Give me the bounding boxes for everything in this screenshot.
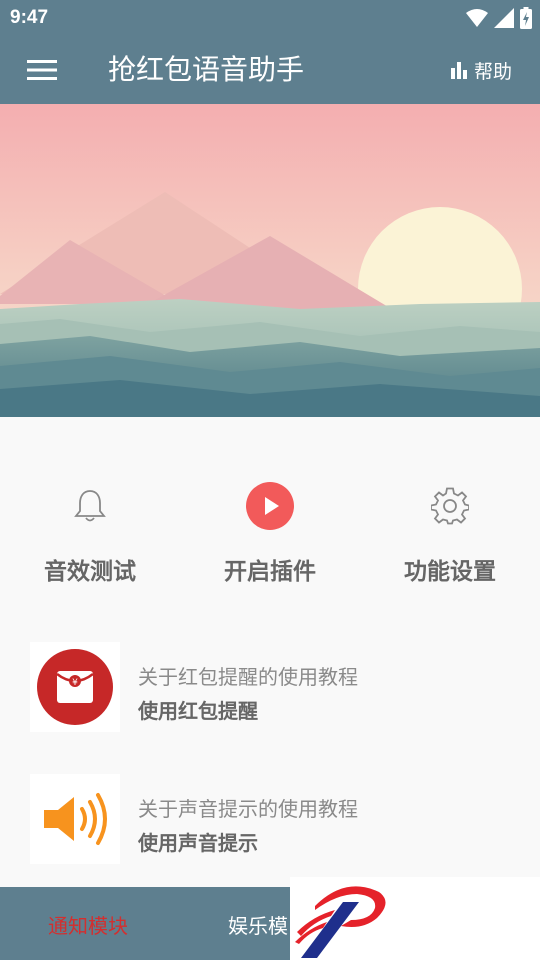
action-row: 音效测试 开启插件 功能设置 xyxy=(0,478,540,598)
brand-logo-icon xyxy=(295,886,386,958)
ad-overlay[interactable] xyxy=(290,877,540,960)
gear-icon xyxy=(426,482,474,530)
hamburger-menu-icon xyxy=(27,60,57,80)
tutorial-title: 使用红包提醒 xyxy=(138,699,258,723)
battery-icon xyxy=(520,7,532,29)
tab-entertainment-module[interactable]: 娱乐模 xyxy=(228,910,288,939)
sound-test-action[interactable]: 音效测试 xyxy=(0,478,180,588)
page-title: 抢红包语音助手 xyxy=(108,53,305,86)
bar-chart-icon xyxy=(450,62,467,79)
tutorial-item-sound[interactable]: 关于声音提示的使用教程 使用声音提示 xyxy=(30,774,510,864)
header-banner-image xyxy=(0,104,540,417)
tutorial-title: 使用声音提示 xyxy=(138,831,258,855)
status-icons xyxy=(466,6,532,30)
enable-plugin-label: 开启插件 xyxy=(224,559,316,585)
landscape-illustration xyxy=(0,104,540,417)
app-bar: 抢红包语音助手 帮助 xyxy=(0,36,540,104)
wifi-icon xyxy=(466,9,488,27)
signal-icon xyxy=(494,8,514,28)
svg-text:¥: ¥ xyxy=(72,678,78,688)
settings-label: 功能设置 xyxy=(404,559,496,585)
tutorial-subtitle: 关于声音提示的使用教程 xyxy=(138,797,358,821)
bell-icon xyxy=(66,482,114,530)
red-envelope-icon: ¥ xyxy=(30,642,120,732)
settings-action[interactable]: 功能设置 xyxy=(360,478,540,588)
status-time: 9:47 xyxy=(10,7,49,28)
help-label: 帮助 xyxy=(473,60,512,83)
help-button[interactable]: 帮助 xyxy=(450,56,512,84)
speaker-icon xyxy=(30,774,120,864)
status-bar: 9:47 xyxy=(0,0,540,36)
tutorial-item-red-envelope[interactable]: ¥ 关于红包提醒的使用教程 使用红包提醒 xyxy=(30,642,510,732)
tab-notify-module[interactable]: 通知模块 xyxy=(48,910,128,939)
play-circle-icon xyxy=(246,482,294,530)
tutorial-subtitle: 关于红包提醒的使用教程 xyxy=(138,665,358,689)
enable-plugin-action[interactable]: 开启插件 xyxy=(180,478,360,588)
sound-test-label: 音效测试 xyxy=(44,559,136,585)
menu-button[interactable] xyxy=(20,50,64,90)
